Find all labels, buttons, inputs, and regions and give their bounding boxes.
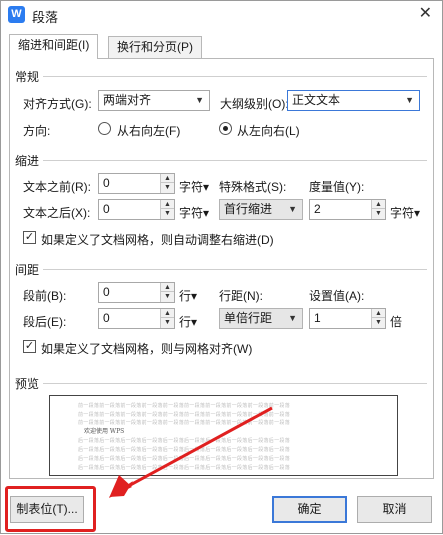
tab-indent-spacing[interactable]: 缩进和间距(I): [9, 34, 99, 59]
annotation-arrow-icon: [109, 406, 273, 498]
paragraph-dialog: W 段落 ✕ 缩进和间距(I) 换行和分页(P) 常规 对齐方式(G): 两端对…: [0, 0, 443, 534]
